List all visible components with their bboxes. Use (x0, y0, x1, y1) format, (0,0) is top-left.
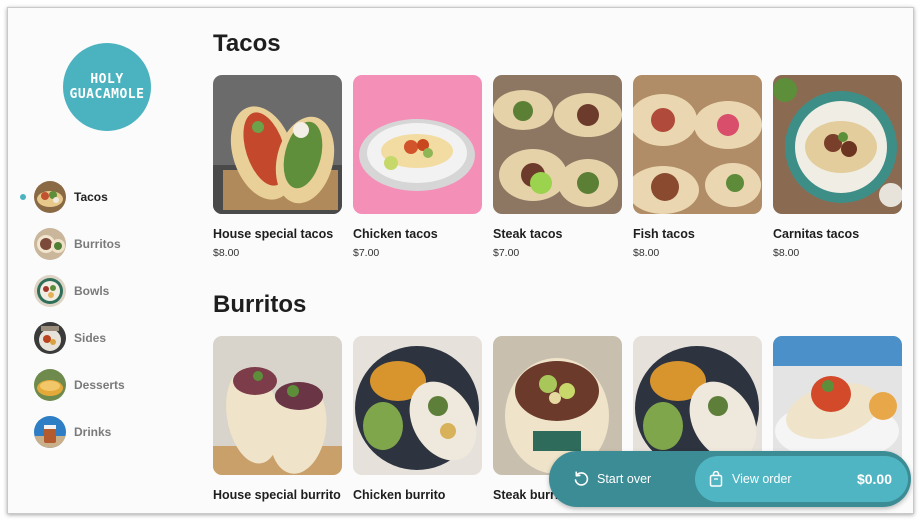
sidebar-item-sides[interactable]: Sides (18, 314, 188, 361)
sidebar-item-desserts[interactable]: Desserts (18, 361, 188, 408)
view-order-label: View order (732, 472, 792, 486)
section-title-tacos: Tacos (213, 30, 281, 57)
menu-item-card[interactable]: House special burrito (213, 336, 342, 502)
menu-item-price: $8.00 (633, 247, 660, 259)
sidebar-item-bowls[interactable]: Bowls (18, 267, 188, 314)
brand-logo-line2: GUACAMOLE (69, 87, 145, 102)
view-order-button[interactable]: View order $0.00 (695, 456, 908, 502)
active-indicator (20, 193, 26, 200)
menu-item-name: Chicken burrito (353, 488, 446, 502)
house-special-tacos-image (213, 75, 342, 214)
chicken-tacos-image (353, 75, 482, 214)
menu-item-price: $8.00 (213, 247, 240, 259)
sidebar-item-label: Tacos (74, 189, 108, 204)
menu-item-card[interactable]: Carnitas tacos $8.00 (773, 75, 902, 259)
menu-item-card[interactable]: Fish tacos $8.00 (633, 75, 762, 259)
steak-tacos-image (493, 75, 622, 214)
section-title-burritos: Burritos (213, 291, 307, 318)
desserts-thumbnail-icon (34, 368, 66, 401)
menu-item-card[interactable]: Chicken tacos $7.00 (353, 75, 482, 259)
restart-icon (574, 471, 589, 486)
chicken-burrito-image (353, 336, 482, 475)
menu-item-card[interactable]: Steak tacos $7.00 (493, 75, 622, 259)
menu-item-name: Fish tacos (633, 227, 695, 241)
sidebar-item-label: Burritos (74, 236, 121, 251)
brand-logo: HOLY GUACAMOLE (63, 43, 151, 131)
menu-item-name: Chicken tacos (353, 227, 438, 241)
order-action-bar: Start over View order $0.00 (549, 451, 911, 507)
fish-tacos-image (633, 75, 762, 214)
sidebar-item-label: Sides (74, 330, 107, 345)
sidebar-item-label: Bowls (74, 283, 110, 298)
kiosk-screen: HOLY GUACAMOLE Tacos Burritos Bowls Side… (7, 7, 914, 514)
sidebar-item-label: Drinks (74, 424, 112, 439)
house-special-burrito-image (213, 336, 342, 475)
menu-item-name: Steak tacos (493, 227, 563, 241)
menu-item-card[interactable]: Chicken burrito (353, 336, 482, 502)
sidebar-item-tacos[interactable]: Tacos (18, 173, 188, 220)
menu-item-name: House special burrito (213, 488, 341, 502)
shopping-bag-icon (709, 471, 723, 487)
tacos-row: House special tacos $8.00 Chicken tacos … (213, 75, 902, 259)
menu-item-price: $7.00 (493, 247, 520, 259)
menu-item-name: Carnitas tacos (773, 227, 860, 241)
menu-item-price: $8.00 (773, 247, 800, 259)
start-over-button[interactable]: Start over (549, 451, 694, 507)
menu-item-name: House special tacos (213, 227, 334, 241)
tacos-thumbnail-icon (34, 180, 66, 213)
menu-item-price: $7.00 (353, 247, 380, 259)
category-nav: Tacos Burritos Bowls Sides Desserts Drin… (18, 173, 188, 455)
brand-logo-line1: HOLY (90, 72, 124, 87)
burritos-thumbnail-icon (34, 227, 66, 260)
start-over-label: Start over (597, 472, 652, 486)
bowls-thumbnail-icon (34, 274, 66, 307)
order-total: $0.00 (856, 471, 892, 487)
sides-thumbnail-icon (34, 321, 66, 354)
sidebar: HOLY GUACAMOLE Tacos Burritos Bowls Side… (8, 8, 198, 513)
drinks-thumbnail-icon (34, 415, 66, 448)
menu-item-card[interactable]: House special tacos $8.00 (213, 75, 342, 259)
sidebar-item-label: Desserts (74, 377, 125, 392)
carnitas-tacos-image (773, 75, 902, 214)
sidebar-item-burritos[interactable]: Burritos (18, 220, 188, 267)
sidebar-item-drinks[interactable]: Drinks (18, 408, 188, 455)
